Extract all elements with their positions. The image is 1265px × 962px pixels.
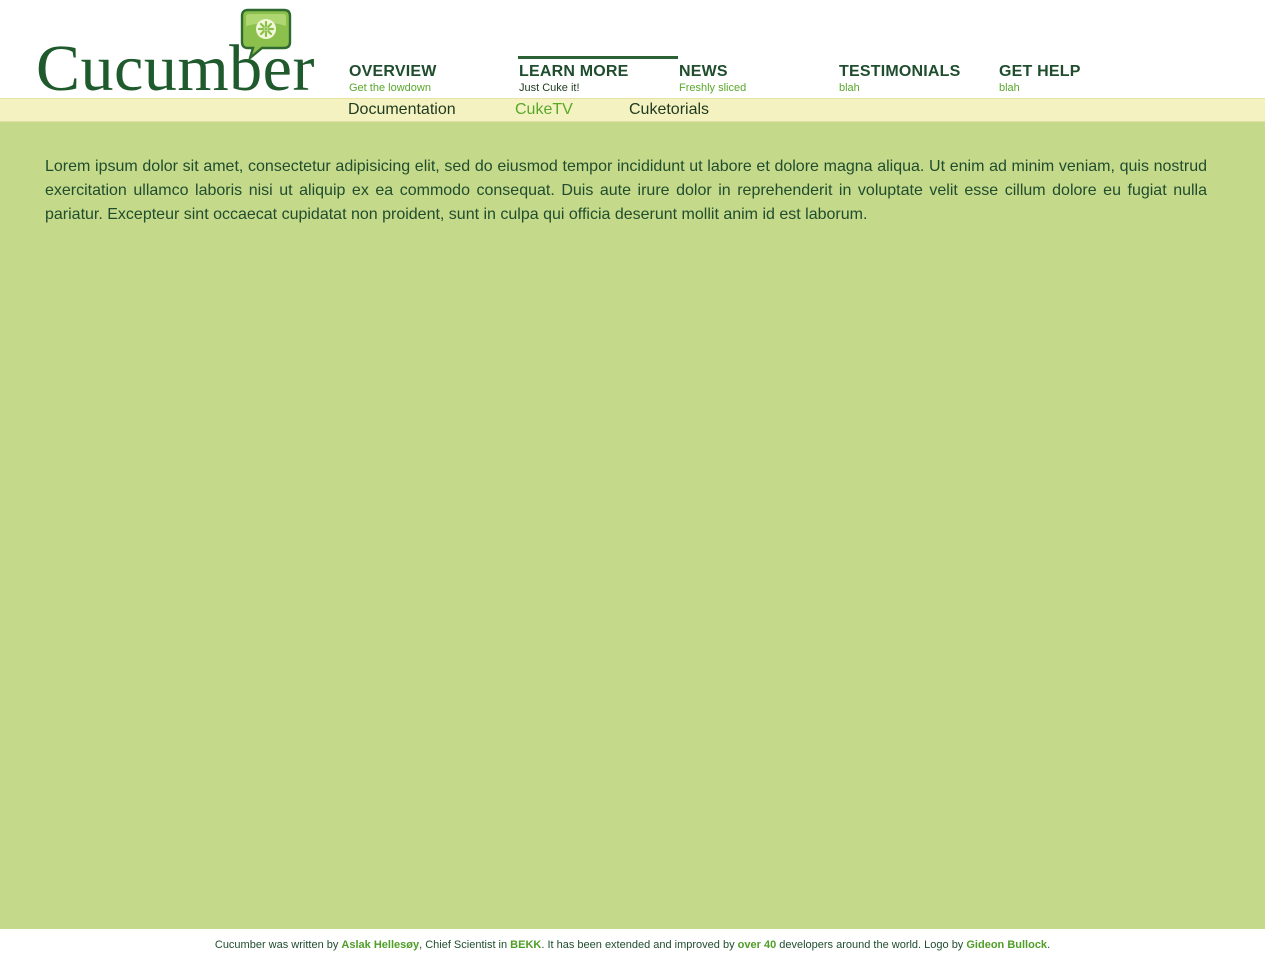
- footer-text: .: [1047, 939, 1051, 951]
- nav-testimonials-title: TESTIMONIALS: [839, 63, 961, 80]
- cucumber-logo[interactable]: Cucumber: [34, 4, 324, 102]
- footer-text: . It has been extended and improved by: [541, 939, 738, 951]
- footer-author-link[interactable]: Aslak Hellesøy: [341, 939, 419, 951]
- footer-text: Cucumber was written by: [214, 939, 342, 951]
- main-navigation: OVERVIEW Get the lowdown LEARN MORE Just…: [348, 56, 1248, 98]
- nav-news-title: NEWS: [679, 63, 728, 80]
- nav-testimonials[interactable]: TESTIMONIALS blah: [838, 56, 998, 98]
- nav-get-help-subtitle: blah: [999, 82, 1020, 94]
- footer-text: , Chief Scientist in: [419, 939, 511, 951]
- sub-navigation: Documentation CukeTV Cuketorials: [0, 98, 1265, 122]
- nav-learn-more-subtitle: Just Cuke it!: [519, 82, 580, 94]
- footer-company-link[interactable]: BEKK: [510, 939, 541, 951]
- main-content: Lorem ipsum dolor sit amet, consectetur …: [0, 122, 1265, 929]
- nav-news[interactable]: NEWS Freshly sliced: [678, 56, 838, 98]
- subnav-cuketorials[interactable]: Cuketorials: [629, 101, 709, 119]
- intro-paragraph: Lorem ipsum dolor sit amet, consectetur …: [45, 158, 1207, 223]
- nav-learn-more[interactable]: LEARN MORE Just Cuke it!: [518, 56, 678, 98]
- nav-overview-subtitle: Get the lowdown: [349, 82, 431, 94]
- nav-overview[interactable]: OVERVIEW Get the lowdown: [348, 56, 508, 98]
- footer-logo-author-link[interactable]: Gideon Bullock: [966, 939, 1047, 951]
- subnav-cuketv[interactable]: CukeTV: [515, 101, 573, 119]
- footer-contributors-link[interactable]: over 40: [738, 939, 777, 951]
- nav-get-help-title: GET HELP: [999, 63, 1081, 80]
- cucumber-slice-speech-bubble-icon: [240, 8, 292, 60]
- footer-text: developers around the world. Logo by: [776, 939, 967, 951]
- nav-learn-more-title: LEARN MORE: [519, 63, 629, 80]
- nav-news-subtitle: Freshly sliced: [679, 82, 747, 94]
- subnav-documentation[interactable]: Documentation: [348, 101, 456, 119]
- site-header: Cucumber OVERVIEW Get the lowdown LEARN …: [0, 0, 1265, 102]
- nav-get-help[interactable]: GET HELP blah: [998, 56, 1158, 98]
- nav-overview-title: OVERVIEW: [349, 63, 437, 80]
- nav-testimonials-subtitle: blah: [839, 82, 860, 94]
- site-footer: Cucumber was written by Aslak Hellesøy, …: [0, 929, 1265, 962]
